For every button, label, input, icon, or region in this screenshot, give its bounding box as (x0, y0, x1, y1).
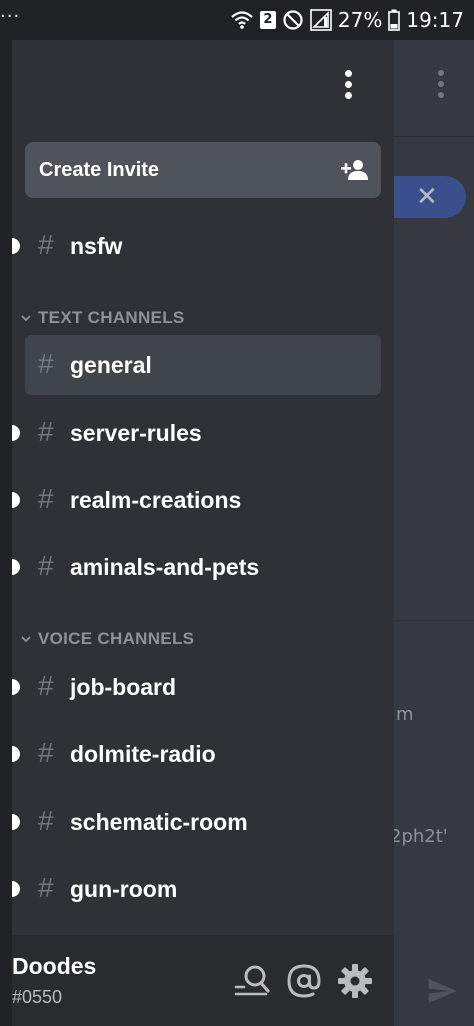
channel-job-board[interactable]: # job-board (12, 657, 381, 717)
background-chat: ✕ m 2ph2t' (374, 0, 474, 1026)
unread-indicator (12, 559, 20, 575)
channel-aminals-and-pets[interactable]: # aminals-and-pets (12, 537, 381, 597)
chat-header (394, 40, 474, 137)
channel-name: job-board (70, 674, 177, 700)
channel-name: schematic-room (70, 809, 248, 835)
hash-icon: # (38, 348, 54, 379)
channel-name: nsfw (70, 233, 123, 259)
unread-indicator (12, 679, 20, 695)
send-arrow-icon[interactable] (424, 975, 460, 1007)
sim-badge: 2 (259, 11, 276, 29)
channel-nsfw[interactable]: # nsfw (12, 216, 381, 276)
channel-name: aminals-and-pets (70, 554, 260, 580)
gear-icon[interactable] (337, 963, 373, 999)
signal-icon (310, 9, 332, 31)
category-label: VOICE CHANNELS (38, 629, 195, 648)
at-sign-icon[interactable] (286, 963, 322, 999)
channel-server-rules[interactable]: # server-rules (12, 403, 381, 463)
unread-indicator (12, 881, 20, 897)
create-invite-label: Create Invite (39, 159, 160, 181)
create-invite-button[interactable]: Create Invite (25, 142, 381, 198)
channel-name: general (70, 352, 152, 378)
chevron-down-icon (21, 636, 31, 643)
chevron-down-icon (21, 315, 31, 322)
status-bar: ··· 2 27% 19:17 (0, 0, 474, 40)
chat-overflow-icon[interactable] (438, 70, 444, 98)
channel-name: realm-creations (70, 487, 242, 513)
channel-schematic-room[interactable]: # schematic-room (12, 792, 381, 852)
unread-indicator (12, 425, 20, 441)
clock: 19:17 (406, 8, 464, 32)
do-not-disturb-icon (283, 10, 303, 30)
channel-name: dolmite-radio (70, 741, 216, 767)
wifi-icon (231, 11, 253, 29)
unread-indicator (12, 238, 20, 254)
kebab-menu-icon[interactable] (345, 70, 353, 100)
username[interactable]: Doodes (12, 953, 96, 980)
channel-dolmite-radio[interactable]: # dolmite-radio (12, 724, 381, 784)
hash-icon: # (38, 483, 54, 514)
discord-mobile-screen: ✕ m 2ph2t' ··· 2 27% 19:17 Create Invite… (0, 0, 474, 1026)
hash-icon: # (38, 872, 54, 903)
hash-icon: # (38, 737, 54, 768)
status-icons: 2 27% 19:17 (230, 6, 464, 34)
user-panel: Doodes #0550 (12, 935, 394, 1026)
unread-indicator (12, 492, 20, 508)
hash-icon: # (38, 550, 54, 581)
channel-name: server-rules (70, 420, 202, 446)
category-label: TEXT CHANNELS (38, 308, 185, 327)
hash-icon: # (38, 805, 54, 836)
chat-text-fragment: m (396, 704, 414, 725)
category-text-channels[interactable]: TEXT CHANNELS (20, 306, 185, 330)
unread-indicator (12, 814, 20, 830)
category-voice-channels[interactable]: VOICE CHANNELS (20, 627, 194, 651)
search-icon[interactable] (234, 963, 270, 999)
battery-icon (388, 9, 401, 31)
channel-drawer: Create Invite # nsfw TEXT CHANNELS # gen… (12, 40, 394, 1026)
notification-dots: ··· (0, 6, 21, 27)
unread-indicator (12, 746, 20, 762)
close-icon[interactable]: ✕ (416, 182, 438, 212)
divider (394, 620, 474, 621)
drawer-header (12, 40, 394, 128)
channel-general[interactable]: # general (25, 335, 381, 395)
channel-gun-room[interactable]: # gun-room (12, 859, 381, 919)
hash-icon: # (38, 416, 54, 447)
channel-realm-creations[interactable]: # realm-creations (12, 470, 381, 530)
hash-icon: # (38, 670, 54, 701)
user-discriminator: #0550 (12, 987, 63, 1007)
add-person-icon (341, 160, 368, 180)
guild-strip (0, 40, 12, 1026)
chat-text-fragment: 2ph2t' (390, 826, 448, 847)
battery-percent: 27% (337, 8, 383, 32)
hash-icon: # (38, 229, 54, 260)
channel-name: gun-room (70, 876, 178, 902)
